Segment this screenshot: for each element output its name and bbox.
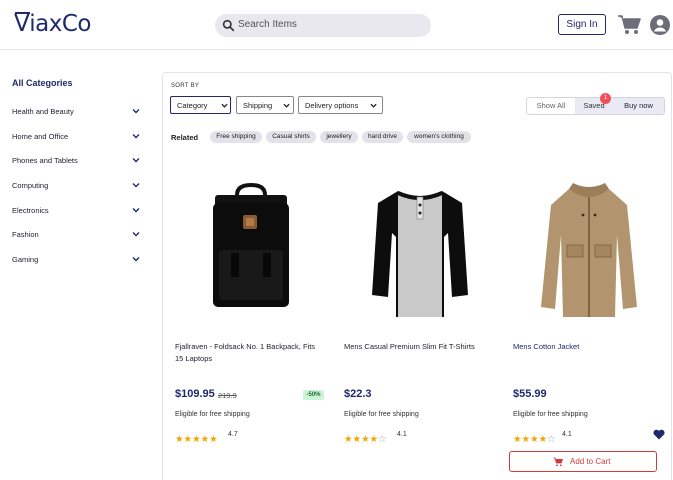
star-rating: ★★★★★ (175, 429, 218, 445)
chevron-down-icon (132, 183, 140, 188)
star-rating: ★★★★☆ (513, 429, 556, 445)
star-empty-icon: ☆ (547, 434, 556, 445)
viaxco-logo[interactable]: ViaxCo (14, 11, 91, 37)
shipping-note: Eligible for free shipping (175, 411, 250, 418)
all-categories-title[interactable]: All Categories (12, 78, 73, 88)
chevron-down-icon (132, 257, 140, 262)
chevron-down-icon (370, 103, 377, 108)
star-filled-icon: ★ (209, 434, 218, 445)
delivery-options-dropdown[interactable]: Delivery options (298, 96, 383, 114)
star-filled-icon: ★ (369, 434, 379, 445)
shipping-filter-dropdown[interactable]: Shipping (236, 96, 294, 114)
sidebar-item-electronics[interactable]: Electronics (12, 203, 142, 219)
star-empty-icon: ☆ (378, 434, 387, 445)
star-filled-icon: ★ (521, 434, 531, 445)
search-input[interactable]: Search Items (238, 19, 297, 30)
chevron-down-icon (132, 208, 140, 213)
sidebar-item-label: Computing (12, 181, 49, 190)
sidebar-item-health-and-beauty[interactable]: Health and Beauty (12, 104, 142, 120)
buy-now-tab[interactable]: Buy now (613, 98, 664, 114)
star-filled-icon: ★ (530, 434, 539, 445)
product-name[interactable]: Fjallraven - Foldsack No. 1 Backpack, Fi… (175, 341, 325, 365)
sidebar-item-label: Electronics (12, 206, 49, 215)
chevron-down-icon (132, 232, 140, 237)
chevron-down-icon (132, 109, 140, 114)
star-filled-icon: ★ (513, 434, 522, 445)
sidebar-item-phones-and-tablets[interactable]: Phones and Tablets (12, 153, 142, 169)
dropdown-label: Category (177, 101, 208, 110)
sidebar-item-label: Gaming (12, 255, 39, 264)
sidebar-item-label: Home and Office (12, 132, 69, 141)
related-chip-free-shipping[interactable]: Free shipping (210, 131, 262, 143)
search-bar[interactable]: Search Items (215, 14, 431, 37)
discount-badge: -50% (303, 390, 324, 400)
add-to-cart-label: Add to Cart (570, 457, 611, 466)
star-filled-icon: ★ (352, 434, 362, 445)
product-price: $55.99 (513, 388, 547, 400)
sign-in-button[interactable]: Sign In (558, 14, 606, 35)
star-filled-icon: ★ (192, 434, 201, 445)
star-filled-icon: ★ (361, 434, 370, 445)
sidebar-item-gaming[interactable]: Gaming (12, 252, 142, 268)
product-name[interactable]: Mens Cotton Jacket (513, 341, 663, 353)
shipping-note: Eligible for free shipping (344, 411, 419, 418)
product-card-backpack[interactable]: Fjallraven - Foldsack No. 1 Backpack, Fi… (171, 155, 331, 475)
product-panel: SORT BY Category Shipping Delivery optio… (162, 72, 672, 480)
cart-icon[interactable] (617, 14, 641, 36)
rating-value: 4.1 (397, 431, 407, 438)
jacket-product-image (541, 183, 637, 317)
top-header: ViaxCo Search Items Sign In (0, 0, 673, 50)
related-chip-jewellery[interactable]: jewellery (320, 131, 358, 143)
product-price: $109.95 (175, 388, 215, 400)
rating-value: 4.7 (228, 431, 238, 438)
cart-icon (553, 457, 563, 467)
chevron-down-icon (221, 103, 228, 108)
category-filter-dropdown[interactable]: Category (170, 96, 231, 114)
rating-value: 4.1 (562, 431, 572, 438)
product-card-jacket[interactable]: Mens Cotton Jacket $55.99 Eligible for f… (509, 155, 669, 475)
star-filled-icon: ★ (200, 434, 210, 445)
chevron-down-icon (283, 103, 290, 108)
product-price: $22.3 (344, 388, 372, 400)
product-name[interactable]: Mens Casual Premium Slim Fit T-Shirts (344, 341, 494, 353)
sidebar-item-computing[interactable]: Computing (12, 178, 142, 194)
star-filled-icon: ★ (175, 434, 184, 445)
tshirt-product-image (372, 191, 468, 317)
product-card-tshirt[interactable]: Mens Casual Premium Slim Fit T-Shirts $2… (340, 155, 500, 475)
star-filled-icon: ★ (183, 434, 193, 445)
shipping-note: Eligible for free shipping (513, 411, 588, 418)
star-filled-icon: ★ (344, 434, 353, 445)
sidebar-item-label: Phones and Tablets (12, 156, 78, 165)
chevron-down-icon (132, 158, 140, 163)
sort-by-label: SORT BY (171, 83, 200, 89)
product-old-price: 219.9 (218, 391, 237, 400)
search-icon (222, 19, 235, 32)
star-filled-icon: ★ (538, 434, 548, 445)
backpack-product-image (213, 182, 289, 307)
related-chip-hard-drive[interactable]: hard drive (362, 131, 403, 143)
sidebar-item-home-and-office[interactable]: Home and Office (12, 129, 142, 145)
sidebar-item-label: Health and Beauty (12, 107, 74, 116)
sidebar-item-label: Fashion (12, 230, 39, 239)
dropdown-label: Delivery options (305, 101, 359, 110)
chevron-down-icon (132, 134, 140, 139)
related-label: Related (171, 133, 199, 142)
view-toggle: Show All Saved Buy now (526, 97, 665, 115)
saved-heart-icon[interactable] (653, 429, 665, 440)
add-to-cart-button[interactable]: Add to Cart (509, 451, 657, 472)
dropdown-label: Shipping (243, 101, 273, 110)
related-chip-womens-clothing[interactable]: women's clothing (407, 131, 471, 143)
sidebar-item-fashion[interactable]: Fashion (12, 227, 142, 243)
saved-count-badge: 1 (600, 93, 611, 104)
related-chip-casual-shirts[interactable]: Casual shirts (266, 131, 316, 143)
star-rating: ★★★★☆ (344, 429, 387, 445)
show-all-tab[interactable]: Show All (527, 98, 575, 114)
user-icon[interactable] (650, 15, 670, 35)
